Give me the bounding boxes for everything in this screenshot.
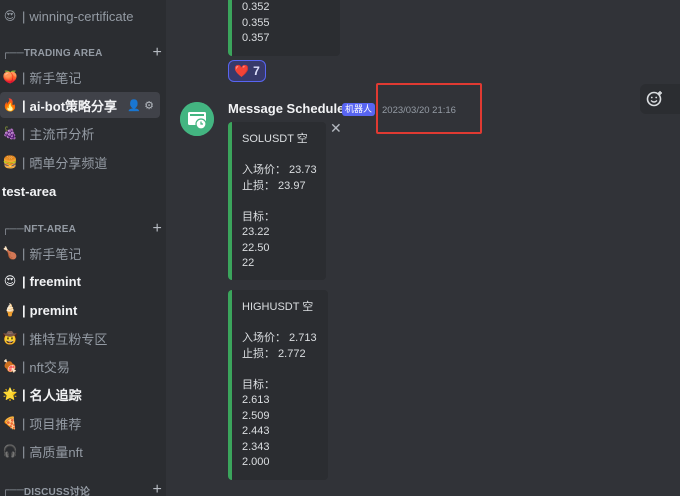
channel-label: 名人追踪 <box>29 387 82 403</box>
embed-line: 2.343 <box>242 440 270 453</box>
embed-line: 入场价： 23.73 <box>242 164 317 176</box>
embed-line: 2.443 <box>242 425 270 437</box>
embed-line: 目标： <box>242 210 275 223</box>
category-discuss[interactable]: ┌── DISCUSS讨论 + <box>2 481 162 496</box>
channel-label: 高质量nft <box>29 444 83 460</box>
channel-label: 项目推荐 <box>29 416 82 432</box>
timestamp-highlight-box <box>376 83 482 134</box>
embed-line: SOLUSDT 空 <box>242 133 308 145</box>
embed-line: 止损： 2.772 <box>242 347 306 360</box>
embed-line <box>242 194 316 210</box>
emoji-icon: 🎧 <box>2 444 18 458</box>
channel-item[interactable]: 🌟 | 名人追踪 <box>0 381 166 407</box>
channel-label: 新手笔记 <box>29 246 82 262</box>
gear-icon[interactable]: ⚙ <box>144 100 154 112</box>
channel-tools: 👤 ⚙ <box>127 99 154 112</box>
channel-label: winning-certificate <box>29 8 134 24</box>
emoji-icon: 😍 <box>3 274 17 288</box>
embed-line: 22 <box>242 257 255 269</box>
embed-line: 0.357 <box>242 32 270 44</box>
invite-icon[interactable]: 👤 <box>127 100 141 112</box>
category-trading-area[interactable]: ┌── TRADING AREA + <box>2 44 162 62</box>
emoji-icon: 🍇 <box>2 126 18 140</box>
category-nft-area[interactable]: ┌── NFT-AREA + <box>2 220 162 238</box>
channel-item[interactable]: 🍇 | 主流币分析 <box>0 120 166 146</box>
embed-line: 目标： <box>242 378 275 391</box>
embed-line: 23.22 <box>242 226 270 238</box>
bot-tag: 机器人 <box>342 103 376 116</box>
embed-line: 2.509 <box>242 409 270 422</box>
channel-item[interactable]: 😍 | freemint <box>0 268 166 294</box>
channel-label: 主流币分析 <box>29 126 95 142</box>
channel-label: 新手笔记 <box>29 70 82 86</box>
emoji-icon: 🍕 <box>2 416 18 430</box>
signal-embed-solusdt: SOLUSDT 空 入场价： 23.73 止损： 23.97 目标： 23.22… <box>228 122 326 280</box>
channel-item[interactable]: 🍑 | 新手笔记 <box>0 64 166 90</box>
embed-line: 2.613 <box>242 394 270 406</box>
channel-item[interactable]: 🍗 | 新手笔记 <box>0 240 166 266</box>
embed-line: 0.355 <box>242 16 270 29</box>
channel-winning-certificate[interactable]: 😍 | winning-certificate <box>0 3 166 29</box>
scheduler-bot-icon <box>180 102 214 136</box>
channel-item[interactable]: 🍕 | 项目推荐 <box>0 410 166 436</box>
embed-line: 止损： 23.97 <box>242 179 306 192</box>
channel-label: premint <box>29 302 78 318</box>
embed-line <box>242 362 318 378</box>
close-icon[interactable]: ✕ <box>330 120 342 137</box>
channel-sidebar: 😍 | winning-certificate ┌── TRADING AREA… <box>0 0 166 496</box>
prev-embed: 0.352 0.355 0.357 <box>228 0 340 56</box>
embed-line: 0.352 <box>242 1 270 13</box>
channel-item[interactable]: 🍖 | nft交易 <box>0 353 166 379</box>
message-area: 0.352 0.355 0.357 ❤️ 7 Message Scheduler… <box>166 0 680 496</box>
emoji-icon: 🍖 <box>2 359 18 373</box>
add-reaction-icon <box>646 91 662 107</box>
add-channel-icon[interactable]: + <box>152 220 162 238</box>
embed-line: HIGHUSDT 空 <box>242 301 314 313</box>
category-label: TRADING AREA <box>23 47 103 59</box>
channel-item-active[interactable]: 🔥 | ai-bot策略分享 👤 ⚙ <box>0 92 160 118</box>
channel-item[interactable]: 🍦 | premint <box>0 297 166 323</box>
avatar[interactable] <box>180 102 214 136</box>
category-label: DISCUSS讨论 <box>23 486 91 496</box>
channel-item[interactable]: 🍔 | 晒单分享频道 <box>0 149 166 175</box>
emoji-icon: 🤠 <box>2 331 18 345</box>
emoji-icon: 🌟 <box>2 387 18 401</box>
embed-line <box>242 148 316 164</box>
emoji-icon: 🍦 <box>2 303 18 317</box>
emoji-icon: 🍗 <box>2 246 18 260</box>
message-actions[interactable] <box>640 84 680 114</box>
channel-item[interactable]: 🎧 | 高质量nft <box>0 438 166 464</box>
reaction-count: 7 <box>253 64 260 78</box>
add-channel-icon[interactable]: + <box>152 481 162 496</box>
add-channel-icon[interactable]: + <box>152 44 162 62</box>
channel-label: test-area <box>2 183 57 199</box>
category-label: NFT-AREA <box>23 223 77 235</box>
emoji-icon: 😍 <box>3 9 17 23</box>
channel-label: 推特互粉专区 <box>29 331 108 347</box>
emoji-icon: 🍑 <box>2 70 18 84</box>
channel-item[interactable]: 🤠 | 推特互粉专区 <box>0 325 166 351</box>
embed-line: 22.50 <box>242 241 270 254</box>
embed-line: 入场价： 2.713 <box>242 332 317 344</box>
heart-icon: ❤️ <box>234 64 250 78</box>
channel-label: 晒单分享频道 <box>29 155 108 171</box>
channel-test-area[interactable]: test-area <box>0 178 166 204</box>
embed-line: 2.000 <box>242 456 270 468</box>
message-author[interactable]: Message Scheduler <box>228 101 349 116</box>
signal-embed-highusdt: HIGHUSDT 空 入场价： 2.713 止损： 2.772 目标： 2.61… <box>228 290 328 480</box>
emoji-icon: 🍔 <box>2 155 18 169</box>
heart-reaction[interactable]: ❤️ 7 <box>228 60 266 82</box>
channel-label: nft交易 <box>29 359 70 375</box>
channel-label: ai-bot策略分享 <box>29 98 118 114</box>
emoji-icon: 🔥 <box>2 98 18 112</box>
channel-label: freemint <box>29 273 81 289</box>
embed-line <box>242 316 318 332</box>
